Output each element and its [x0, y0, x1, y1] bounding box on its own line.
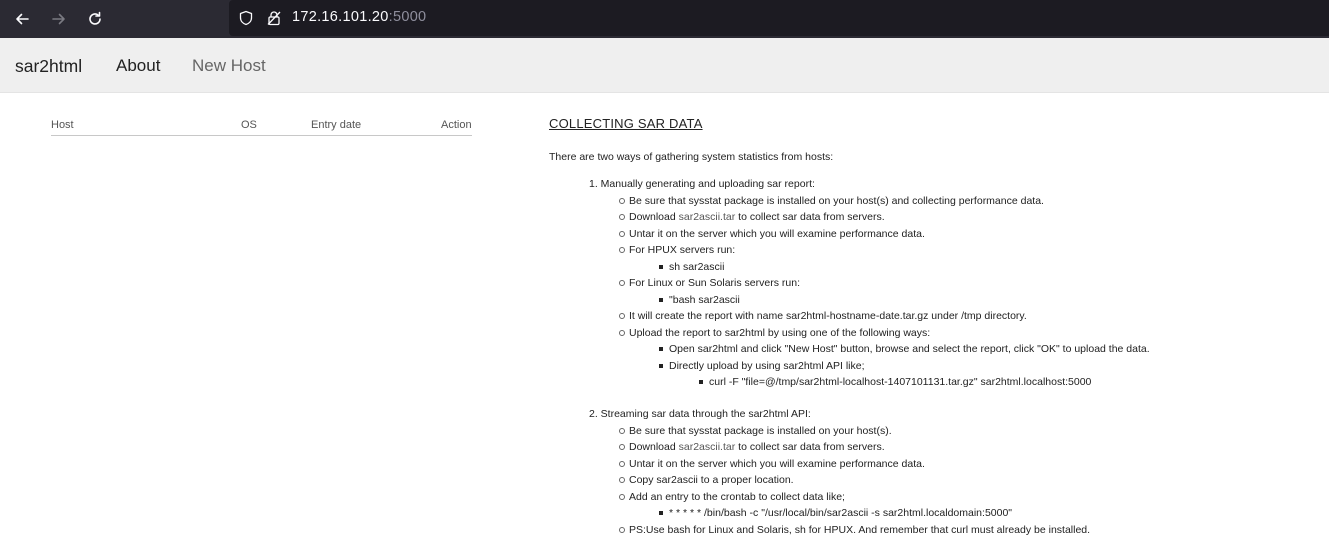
column-entry-date: Entry date: [311, 119, 362, 131]
square-bullet: [699, 380, 703, 384]
circle-bullet: [619, 214, 625, 220]
list-item: Download sar2ascii.tar to collect sar da…: [619, 441, 885, 453]
page-heading: COLLECTING SAR DATA: [549, 116, 703, 131]
url-host: 172.16.101.20: [292, 9, 389, 25]
column-os: OS: [241, 119, 257, 131]
list-item-text: Untar it on the server which you will ex…: [629, 458, 925, 470]
circle-bullet: [619, 231, 625, 237]
list-item-text: Copy sar2ascii to a proper location.: [629, 474, 794, 486]
list-item-text: Open sar2html and click "New Host" butto…: [669, 343, 1150, 355]
list-item: Copy sar2ascii to a proper location.: [619, 474, 794, 486]
column-action: Action: [441, 119, 472, 131]
circle-bullet: [619, 527, 625, 533]
circle-bullet: [619, 313, 625, 319]
circle-bullet: [619, 477, 625, 483]
list-item: Be sure that sysstat package is installe…: [619, 425, 892, 437]
list-item-text: * * * * * /bin/bash -c "/usr/local/bin/s…: [669, 507, 1013, 519]
back-button[interactable]: [8, 5, 36, 33]
circle-bullet: [619, 198, 625, 204]
list-item-text: Be sure that sysstat package is installe…: [629, 425, 892, 437]
list-item: * * * * * /bin/bash -c "/usr/local/bin/s…: [659, 507, 1013, 519]
list-item: "bash sar2ascii: [659, 294, 740, 306]
column-host: Host: [51, 119, 74, 131]
list-item-text: to collect sar data from servers.: [738, 441, 885, 453]
list-item-text: to collect sar data from servers.: [738, 211, 885, 223]
square-bullet: [659, 364, 663, 368]
list-item: Be sure that sysstat package is installe…: [619, 195, 1044, 207]
intro-text: There are two ways of gathering system s…: [549, 151, 834, 163]
shield-icon[interactable]: [238, 10, 254, 26]
host-table-header: Host OS Entry date Action: [51, 119, 472, 136]
section1-title: 1. Manually generating and uploading sar…: [589, 178, 815, 190]
list-item: Upload the report to sar2html by using o…: [619, 327, 931, 339]
brand-link[interactable]: sar2html: [15, 56, 82, 77]
square-bullet: [659, 298, 663, 302]
reload-button[interactable]: [81, 5, 109, 33]
address-bar[interactable]: 172.16.101.20:5000: [229, 0, 1329, 36]
arrow-right-icon: [52, 13, 65, 25]
square-bullet: [659, 511, 663, 515]
square-bullet: [659, 265, 663, 269]
list-item-text: curl -F "file=@/tmp/sar2html-localhost-1…: [709, 376, 1092, 388]
list-item-text: Add an entry to the crontab to collect d…: [629, 491, 845, 503]
section2-title: 2. Streaming sar data through the sar2ht…: [589, 408, 811, 420]
list-item: curl -F "file=@/tmp/sar2html-localhost-1…: [699, 376, 1092, 388]
circle-bullet: [619, 494, 625, 500]
list-item-text: Download: [629, 211, 676, 223]
list-item: PS:Use bash for Linux and Solaris, sh fo…: [619, 524, 1091, 536]
list-item: Untar it on the server which you will ex…: [619, 228, 925, 240]
url-port: :5000: [388, 9, 427, 25]
list-item: Directly upload by using sar2html API li…: [659, 360, 865, 372]
circle-bullet: [619, 428, 625, 434]
sar2ascii-download-link[interactable]: sar2ascii.tar: [679, 441, 736, 453]
list-item-text: For HPUX servers run:: [629, 244, 736, 256]
list-item-text: It will create the report with name sar2…: [629, 310, 1027, 322]
square-bullet: [659, 347, 663, 351]
url-text[interactable]: 172.16.101.20:5000: [292, 9, 426, 25]
circle-bullet: [619, 280, 625, 286]
list-item: Add an entry to the crontab to collect d…: [619, 491, 845, 503]
nav-about-link[interactable]: About: [116, 56, 160, 76]
browser-toolbar: 172.16.101.20:5000: [0, 0, 1329, 38]
lock-icon[interactable]: [266, 10, 282, 26]
sar2ascii-download-link[interactable]: sar2ascii.tar: [679, 211, 736, 223]
list-item-text: "bash sar2ascii: [669, 294, 740, 306]
list-item-text: Download: [629, 441, 676, 453]
circle-bullet: [619, 461, 625, 467]
list-item: Untar it on the server which you will ex…: [619, 458, 925, 470]
circle-bullet: [619, 247, 625, 253]
list-item: Download sar2ascii.tar to collect sar da…: [619, 211, 885, 223]
circle-bullet: [619, 330, 625, 336]
nav-new-host-link[interactable]: New Host: [192, 56, 266, 76]
list-item: Open sar2html and click "New Host" butto…: [659, 343, 1150, 355]
forward-button[interactable]: [45, 5, 73, 33]
list-item: It will create the report with name sar2…: [619, 310, 1027, 322]
list-item-text: Be sure that sysstat package is installe…: [629, 195, 1044, 207]
reload-icon: [89, 11, 101, 25]
list-item-text: For Linux or Sun Solaris servers run:: [629, 277, 800, 289]
list-item: For HPUX servers run:: [619, 244, 736, 256]
list-item-text: PS:Use bash for Linux and Solaris, sh fo…: [629, 524, 1091, 536]
arrow-left-icon: [16, 13, 29, 25]
list-item-text: Upload the report to sar2html by using o…: [629, 327, 931, 339]
list-item: sh sar2ascii: [659, 261, 725, 273]
list-item-text: sh sar2ascii: [669, 261, 725, 273]
circle-bullet: [619, 444, 625, 450]
list-item-text: Untar it on the server which you will ex…: [629, 228, 925, 240]
list-item-text: Directly upload by using sar2html API li…: [669, 360, 865, 372]
list-item: For Linux or Sun Solaris servers run:: [619, 277, 800, 289]
app-navbar: sar2html About New Host: [0, 38, 1329, 93]
